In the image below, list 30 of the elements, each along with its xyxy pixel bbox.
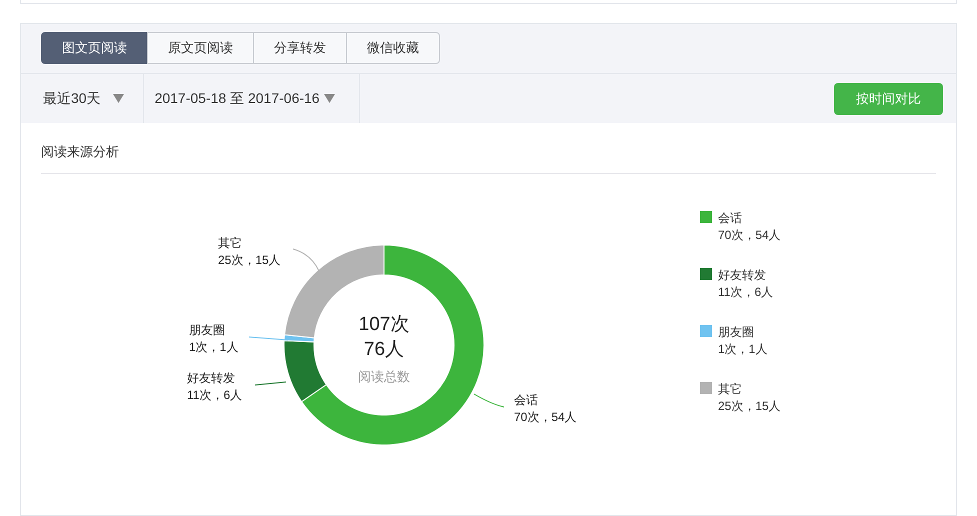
total-label: 阅读总数 [358, 369, 410, 384]
leader-line [474, 394, 504, 408]
slice-value: 70次，54人 [514, 410, 577, 424]
leader-line [292, 248, 320, 272]
tab[interactable]: 分享转发 [253, 32, 347, 64]
tab[interactable]: 图文页阅读 [41, 32, 148, 64]
slice-value: 1次，1人 [189, 340, 238, 354]
legend-label: 其它 [718, 381, 743, 398]
legend-value: 25次，15人 [718, 398, 781, 415]
total-reads: 107次 [358, 314, 410, 335]
legend-label: 朋友圈 [718, 324, 755, 341]
slice-label: 其它 [218, 236, 242, 250]
legend-value: 70次，54人 [718, 227, 781, 244]
legend-value: 11次，6人 [718, 284, 774, 301]
slice-label: 好友转发 [187, 371, 235, 385]
leader-line [254, 382, 286, 386]
legend-value: 1次，1人 [718, 341, 768, 358]
tab[interactable]: 原文页阅读 [147, 32, 254, 64]
caret-icon [112, 94, 124, 103]
legend-label: 好友转发 [718, 267, 767, 284]
leader-line [248, 336, 288, 340]
legend-label: 会话 [718, 210, 743, 227]
slice-label: 朋友圈 [189, 323, 225, 337]
tab[interactable]: 微信收藏 [346, 32, 440, 64]
slice-value: 25次，15人 [218, 253, 281, 267]
slice-value: 11次，6人 [187, 388, 242, 402]
slice-label: 会话 [514, 393, 538, 407]
section-title: 阅读来源分析 [41, 123, 936, 174]
caret-icon [324, 94, 335, 103]
total-people: 76人 [364, 339, 404, 360]
